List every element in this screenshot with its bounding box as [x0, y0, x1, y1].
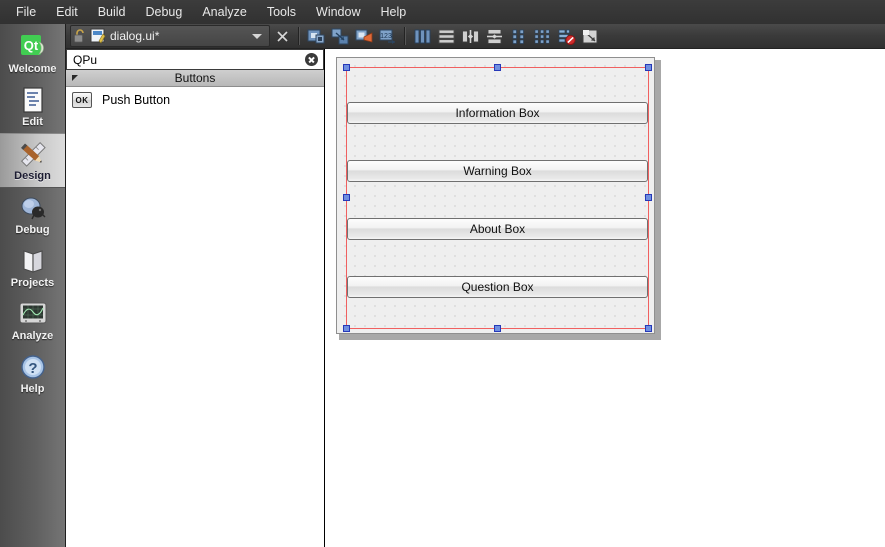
- sidebar-item-edit[interactable]: Edit: [0, 80, 65, 133]
- sidebar-item-analyze[interactable]: Analyze: [0, 294, 65, 347]
- layout-form-icon[interactable]: [507, 25, 529, 47]
- dialog-form[interactable]: Information Box Warning Box About Box Qu…: [336, 57, 655, 334]
- edit-signals-slots-icon[interactable]: [329, 25, 351, 47]
- menu-item-analyze[interactable]: Analyze: [192, 2, 256, 23]
- resize-handle-top-center[interactable]: [494, 64, 501, 71]
- resize-handle-bottom-right[interactable]: [645, 325, 652, 332]
- widget-item-label: Push Button: [102, 93, 171, 107]
- widget-filter-row: [66, 49, 324, 70]
- layout-horizontally-icon[interactable]: [411, 25, 433, 47]
- push-button-question-box[interactable]: Question Box: [347, 276, 648, 298]
- layout-grid-icon[interactable]: [531, 25, 553, 47]
- resize-handle-top-right[interactable]: [645, 64, 652, 71]
- collapse-triangle-icon[interactable]: [72, 75, 78, 81]
- close-document-button[interactable]: [271, 25, 293, 47]
- push-button-warning-box[interactable]: Warning Box: [347, 160, 648, 182]
- layout-splitter-horizontal-icon[interactable]: [459, 25, 481, 47]
- sidebar-item-welcome[interactable]: Qt Welcome: [0, 27, 65, 80]
- edit-buddies-icon[interactable]: [353, 25, 375, 47]
- svg-text:Qt: Qt: [23, 38, 38, 53]
- widget-category-label: Buttons: [174, 71, 216, 85]
- chevron-down-icon[interactable]: [252, 27, 262, 45]
- sidebar-label-projects: Projects: [10, 277, 55, 289]
- widget-category-buttons[interactable]: Buttons: [66, 70, 324, 87]
- widget-box-panel: Buttons OK Push Button: [66, 49, 325, 547]
- bug-icon: [18, 193, 48, 223]
- resize-handle-bottom-center[interactable]: [494, 325, 501, 332]
- clear-circle-icon[interactable]: [305, 53, 318, 66]
- sidebar-item-help[interactable]: ? Help: [0, 347, 65, 400]
- break-layout-icon[interactable]: [555, 25, 577, 47]
- sidebar-item-debug[interactable]: Debug: [0, 188, 65, 241]
- document-lines-icon: [18, 85, 48, 115]
- unlocked-padlock-icon[interactable]: [73, 28, 87, 44]
- sidebar-label-analyze: Analyze: [11, 330, 54, 342]
- resize-handle-middle-left[interactable]: [343, 194, 350, 201]
- form-container: Information Box Warning Box About Box Qu…: [336, 57, 661, 340]
- menu-bar: File Edit Build Debug Analyze Tools Wind…: [0, 0, 885, 24]
- svg-text:123: 123: [380, 33, 392, 40]
- adjust-size-icon[interactable]: [579, 25, 601, 47]
- menu-item-debug[interactable]: Debug: [136, 2, 193, 23]
- widget-filter-input[interactable]: [71, 50, 305, 69]
- menu-item-build[interactable]: Build: [88, 2, 136, 23]
- ui-file-icon: [90, 28, 106, 44]
- oscilloscope-icon: [18, 299, 48, 329]
- sidebar-label-welcome: Welcome: [8, 63, 57, 75]
- menu-item-window[interactable]: Window: [306, 2, 370, 23]
- sidebar-label-debug: Debug: [15, 224, 50, 236]
- toolbar-separator: [298, 27, 300, 45]
- sidebar-item-design[interactable]: Design: [0, 133, 65, 188]
- layout-vertically-icon[interactable]: [435, 25, 457, 47]
- menu-item-help[interactable]: Help: [370, 2, 416, 23]
- list-item[interactable]: OK Push Button: [66, 87, 324, 113]
- open-document-filename: dialog.ui*: [110, 29, 160, 43]
- sidebar-label-help: Help: [20, 383, 45, 395]
- push-button-about-box[interactable]: About Box: [347, 218, 648, 240]
- sidebar-item-projects[interactable]: Projects: [0, 241, 65, 294]
- ruler-pencil-icon: [18, 139, 48, 169]
- resize-handle-middle-right[interactable]: [645, 194, 652, 201]
- activity-sidebar: Qt Welcome Edit Design Debug Projects An…: [0, 24, 66, 547]
- toolbar-separator: [404, 27, 406, 45]
- open-book-icon: [18, 246, 48, 276]
- svg-text:?: ?: [28, 360, 37, 377]
- open-document-combo[interactable]: dialog.ui*: [70, 25, 270, 47]
- push-button-icon: OK: [72, 92, 92, 108]
- qt-logo-icon: Qt: [18, 32, 48, 62]
- form-editor-canvas[interactable]: Information Box Warning Box About Box Qu…: [325, 49, 885, 547]
- push-button-information-box[interactable]: Information Box: [347, 102, 648, 124]
- sidebar-label-edit: Edit: [22, 116, 43, 128]
- resize-handle-top-left[interactable]: [343, 64, 350, 71]
- resize-handle-bottom-left[interactable]: [343, 325, 350, 332]
- designer-toolbar: dialog.ui* 123: [66, 24, 885, 49]
- widget-list: OK Push Button: [66, 87, 324, 547]
- question-mark-icon: ?: [18, 352, 48, 382]
- menu-item-edit[interactable]: Edit: [46, 2, 88, 23]
- edit-tab-order-icon[interactable]: 123: [377, 25, 399, 47]
- menu-item-file[interactable]: File: [6, 2, 46, 23]
- menu-item-tools[interactable]: Tools: [257, 2, 306, 23]
- sidebar-label-design: Design: [14, 170, 51, 182]
- edit-widgets-icon[interactable]: [305, 25, 327, 47]
- layout-splitter-vertical-icon[interactable]: [483, 25, 505, 47]
